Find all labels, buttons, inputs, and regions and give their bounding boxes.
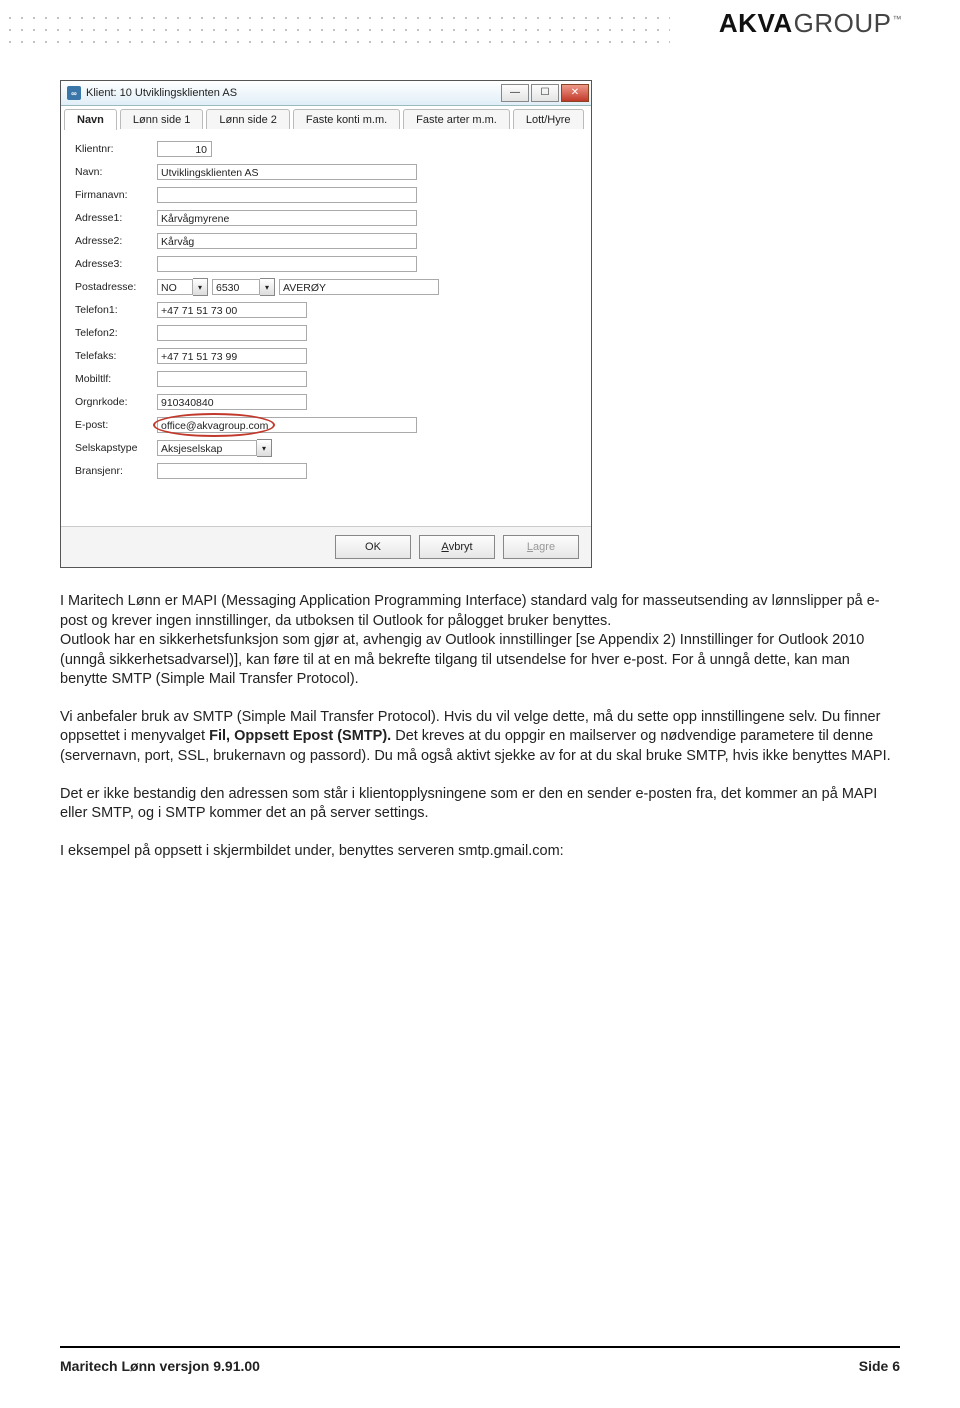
tab-lonn1[interactable]: Lønn side 1 [120,109,203,130]
input-post-code[interactable]: 6530 [212,279,260,295]
label-navn: Navn: [75,166,157,178]
dialog-button-row: OK Avbryt Lagre [61,526,591,567]
brand-bold: AKVA [719,8,793,38]
label-firmanavn: Firmanavn: [75,189,157,201]
input-bransjenr[interactable] [157,463,307,479]
label-telefon1: Telefon1: [75,304,157,316]
input-adresse1[interactable]: Kårvågmyrene [157,210,417,226]
label-telefon2: Telefon2: [75,327,157,339]
ok-button[interactable]: OK [335,535,411,559]
input-adresse3[interactable] [157,256,417,272]
paragraph-1: I Maritech Lønn er MAPI (Messaging Appli… [60,593,880,629]
tab-faste-arter[interactable]: Faste arter m.m. [403,109,510,130]
form-panel: Klientnr:10 Navn:Utviklingsklienten AS F… [61,129,591,526]
input-post-country[interactable]: NO [157,279,193,295]
tab-strip: Navn Lønn side 1 Lønn side 2 Faste konti… [61,106,591,129]
paragraph-2: Vi anbefaler bruk av SMTP (Simple Mail T… [60,708,900,767]
document-body: I Maritech Lønn er MAPI (Messaging Appli… [60,592,900,861]
input-firmanavn[interactable] [157,187,417,203]
paragraph-3: Det er ikke bestandig den adressen som s… [60,785,900,824]
dialog-window: ∞ Klient: 10 Utviklingsklienten AS — ☐ ✕… [60,80,592,568]
close-button[interactable]: ✕ [561,84,589,102]
chevron-down-icon[interactable]: ▾ [257,439,272,457]
label-postadresse: Postadresse: [75,281,157,293]
input-navn[interactable]: Utviklingsklienten AS [157,164,417,180]
input-epost[interactable]: office@akvagroup.com [157,417,417,433]
maximize-button[interactable]: ☐ [531,84,559,102]
paragraph-4: I eksempel på oppsett i skjermbildet und… [60,842,900,862]
label-selskapstype: Selskapstype [75,442,157,454]
input-selskapstype[interactable]: Aksjeselskap [157,440,257,456]
brand-logo: AKVAGROUP™ [719,8,902,39]
cancel-button[interactable]: Avbryt [419,535,495,559]
page-footer: Maritech Lønn versjon 9.91.00 Side 6 [60,1346,900,1374]
input-orgnrkode[interactable]: 910340840 [157,394,307,410]
input-telefon2[interactable] [157,325,307,341]
input-mobiltlf[interactable] [157,371,307,387]
label-adresse3: Adresse3: [75,258,157,270]
brand-light: GROUP [794,8,892,38]
input-telefon1[interactable]: +47 71 51 73 00 [157,302,307,318]
title-bar[interactable]: ∞ Klient: 10 Utviklingsklienten AS — ☐ ✕ [61,81,591,106]
input-post-place[interactable]: AVERØY [279,279,439,295]
label-adresse1: Adresse1: [75,212,157,224]
label-adresse2: Adresse2: [75,235,157,247]
label-orgnrkode: Orgnrkode: [75,396,157,408]
footer-right: Side 6 [859,1358,900,1374]
tab-lott-hyre[interactable]: Lott/Hyre [513,109,584,130]
label-mobiltlf: Mobiltlf: [75,373,157,385]
footer-left: Maritech Lønn versjon 9.91.00 [60,1358,260,1374]
input-adresse2[interactable]: Kårvåg [157,233,417,249]
paragraph-1b: Outlook har en sikkerhetsfunksjon som gj… [60,632,864,687]
input-klientnr[interactable]: 10 [157,141,212,157]
tab-faste-konti[interactable]: Faste konti m.m. [293,109,400,130]
label-klientnr: Klientnr: [75,143,157,155]
tab-navn[interactable]: Navn [64,109,117,130]
brand-tm: ™ [893,14,903,24]
minimize-button[interactable]: — [501,84,529,102]
label-bransjenr: Bransjenr: [75,465,157,477]
save-button[interactable]: Lagre [503,535,579,559]
input-telefaks[interactable]: +47 71 51 73 99 [157,348,307,364]
tab-lonn2[interactable]: Lønn side 2 [206,109,289,130]
window-title: Klient: 10 Utviklingsklienten AS [86,87,237,99]
label-telefaks: Telefaks: [75,350,157,362]
chevron-down-icon[interactable]: ▾ [193,278,208,296]
app-icon: ∞ [67,86,81,100]
dotted-header-pattern [0,8,670,48]
chevron-down-icon[interactable]: ▾ [260,278,275,296]
label-epost: E-post: [75,419,157,431]
